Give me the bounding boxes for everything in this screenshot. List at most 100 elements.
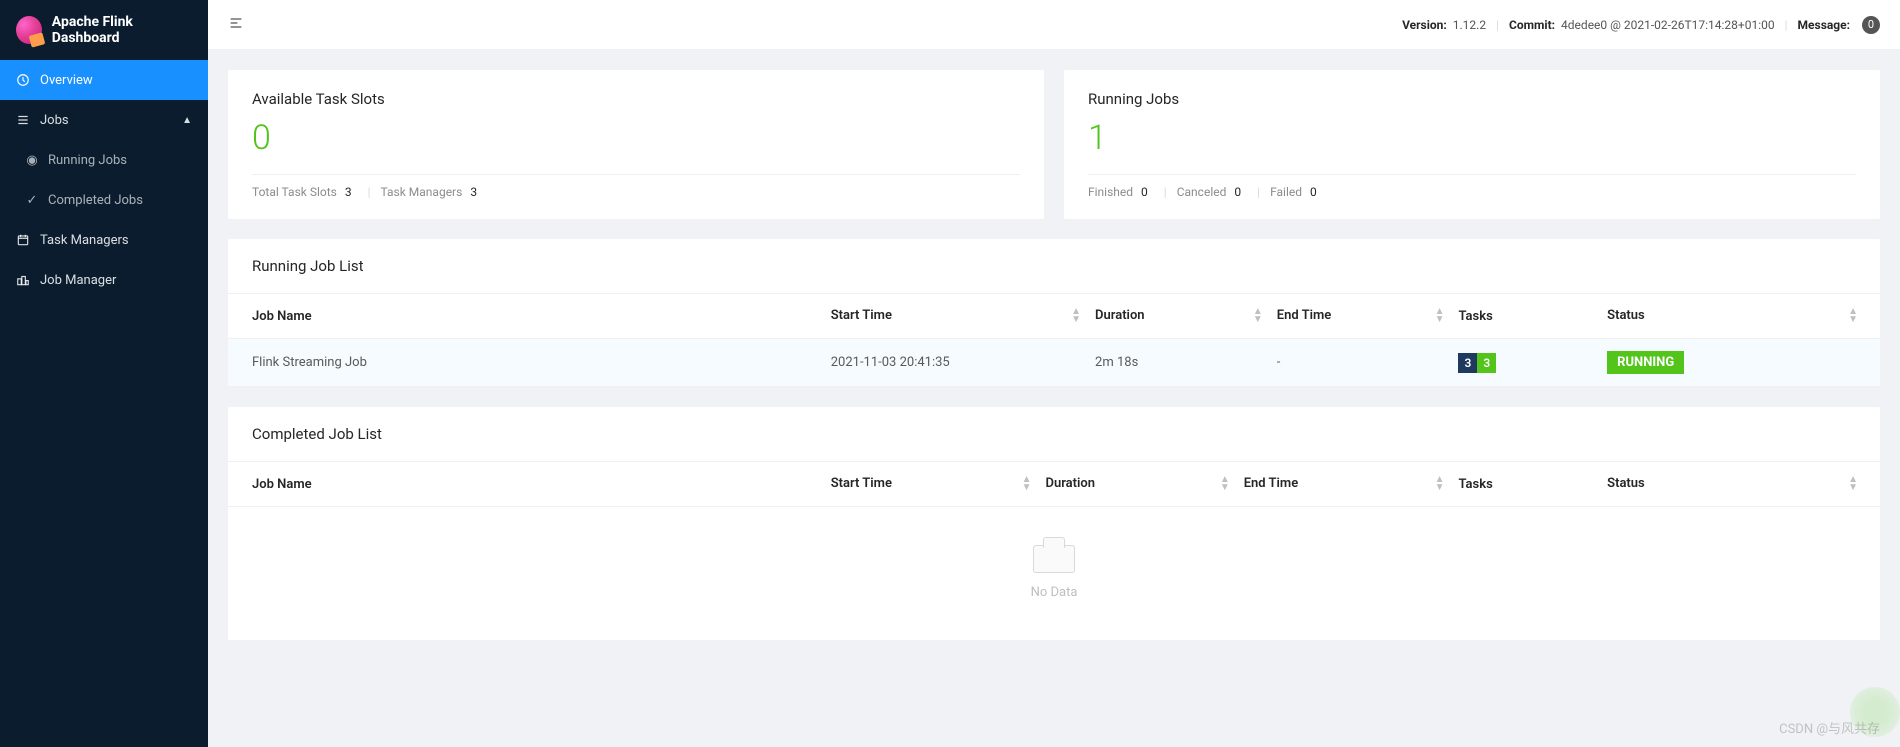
col-end-time[interactable]: End Time▲▼ <box>1236 462 1451 507</box>
canceled-label: Canceled <box>1177 185 1227 199</box>
nav-overview-label: Overview <box>40 73 93 88</box>
flink-logo-icon <box>16 16 42 44</box>
sidebar: Apache Flink Dashboard Overview Jobs ▲ ◉… <box>0 0 208 747</box>
topbar-info: Version: 1.12.2 | Commit: 4dedee0 @ 2021… <box>1402 16 1880 34</box>
sort-icon: ▲▼ <box>1253 308 1261 324</box>
nav-running-jobs-label: Running Jobs <box>48 153 127 168</box>
jobs-substats: Finished 0 | Canceled 0 | Failed 0 <box>1088 185 1856 199</box>
divider: | <box>1785 18 1788 32</box>
commit-label: Commit: <box>1509 18 1555 32</box>
version-value: 1.12.2 <box>1453 18 1486 32</box>
nav-completed-jobs[interactable]: ✓ Completed Jobs <box>0 180 208 220</box>
running-jobs-card: Running Jobs 1 Finished 0 | Canceled 0 |… <box>1064 70 1880 219</box>
divider: | <box>1257 185 1260 199</box>
cell-job-name: Flink Streaming Job <box>228 339 823 387</box>
chevron-up-icon: ▲ <box>182 115 192 126</box>
nav-overview[interactable]: Overview <box>0 60 208 100</box>
col-duration[interactable]: Duration▲▼ <box>1037 462 1235 507</box>
dashboard-icon <box>16 73 30 87</box>
task-managers-value: 3 <box>470 185 477 199</box>
table-row[interactable]: Flink Streaming Job 2021-11-03 20:41:35 … <box>228 339 1880 387</box>
task-managers-label: Task Managers <box>381 185 463 199</box>
bars-icon <box>16 113 30 127</box>
divider <box>1088 174 1856 175</box>
sort-icon: ▲▼ <box>1848 476 1856 492</box>
nav-task-managers-label: Task Managers <box>40 233 129 248</box>
col-status[interactable]: Status▲▼ <box>1599 462 1880 507</box>
summary-cards: Available Task Slots 0 Total Task Slots … <box>228 70 1880 219</box>
message-count-badge[interactable]: 0 <box>1862 16 1880 34</box>
task-badge-total: 3 <box>1458 353 1477 373</box>
nav-completed-jobs-label: Completed Jobs <box>48 193 143 208</box>
app-title: Apache Flink Dashboard <box>52 14 192 46</box>
cell-status: RUNNING <box>1599 339 1880 387</box>
col-status[interactable]: Status▲▼ <box>1599 294 1880 339</box>
table-header-row: Job Name Start Time▲▼ Duration▲▼ End Tim… <box>228 294 1880 339</box>
status-badge: RUNNING <box>1607 351 1684 374</box>
running-jobs-value: 1 <box>1088 118 1856 158</box>
schedule-icon <box>16 233 30 247</box>
version-label: Version: <box>1402 18 1447 32</box>
task-badges: 3 3 <box>1458 353 1496 373</box>
build-icon <box>16 273 30 287</box>
running-job-list-panel: Running Job List Job Name Start Time▲▼ D… <box>228 239 1880 387</box>
completed-job-list-panel: Completed Job List Job Name Start Time▲▼… <box>228 407 1880 640</box>
col-start-time[interactable]: Start Time▲▼ <box>823 462 1038 507</box>
nav-task-managers[interactable]: Task Managers <box>0 220 208 260</box>
empty-text: No Data <box>228 585 1880 600</box>
col-job-name[interactable]: Job Name <box>228 294 823 339</box>
nav-jobs-label: Jobs <box>40 113 69 128</box>
cell-tasks: 3 3 <box>1450 339 1599 387</box>
panel-title: Running Job List <box>228 239 1880 293</box>
divider: | <box>1164 185 1167 199</box>
card-title: Running Jobs <box>1088 90 1856 108</box>
failed-value: 0 <box>1310 185 1317 199</box>
available-slots-value: 0 <box>252 118 1020 158</box>
sort-icon: ▲▼ <box>1071 308 1079 324</box>
nav-jobs[interactable]: Jobs ▲ <box>0 100 208 140</box>
logo-row[interactable]: Apache Flink Dashboard <box>0 0 208 60</box>
slots-substats: Total Task Slots 3 | Task Managers 3 <box>252 185 1020 199</box>
sort-icon: ▲▼ <box>1435 308 1443 324</box>
col-end-time[interactable]: End Time▲▼ <box>1269 294 1451 339</box>
sort-icon: ▲▼ <box>1022 476 1030 492</box>
divider: | <box>368 185 371 199</box>
topbar: Version: 1.12.2 | Commit: 4dedee0 @ 2021… <box>208 0 1900 50</box>
col-tasks[interactable]: Tasks <box>1450 462 1599 507</box>
check-circle-icon: ✓ <box>26 193 38 208</box>
col-tasks[interactable]: Tasks <box>1450 294 1599 339</box>
main: Version: 1.12.2 | Commit: 4dedee0 @ 2021… <box>208 0 1900 747</box>
empty-state: No Data <box>228 507 1880 640</box>
content: Available Task Slots 0 Total Task Slots … <box>208 50 1900 747</box>
sort-icon: ▲▼ <box>1848 308 1856 324</box>
canceled-value: 0 <box>1234 185 1241 199</box>
nav-job-manager[interactable]: Job Manager <box>0 260 208 300</box>
failed-label: Failed <box>1270 185 1302 199</box>
sort-icon: ▲▼ <box>1435 476 1443 492</box>
play-circle-icon: ◉ <box>26 153 38 168</box>
running-jobs-table: Job Name Start Time▲▼ Duration▲▼ End Tim… <box>228 293 1880 387</box>
task-badge-running: 3 <box>1477 353 1496 373</box>
col-start-time[interactable]: Start Time▲▼ <box>823 294 1087 339</box>
sort-icon: ▲▼ <box>1220 476 1228 492</box>
card-title: Available Task Slots <box>252 90 1020 108</box>
cell-start-time: 2021-11-03 20:41:35 <box>823 339 1087 387</box>
finished-value: 0 <box>1141 185 1148 199</box>
message-label: Message: <box>1798 18 1850 32</box>
cell-duration: 2m 18s <box>1087 339 1269 387</box>
col-job-name[interactable]: Job Name <box>228 462 823 507</box>
completed-jobs-table: Job Name Start Time▲▼ Duration▲▼ End Tim… <box>228 461 1880 507</box>
menu-fold-icon[interactable] <box>228 15 244 35</box>
nav-job-manager-label: Job Manager <box>40 273 116 288</box>
divider <box>252 174 1020 175</box>
total-slots-value: 3 <box>345 185 352 199</box>
finished-label: Finished <box>1088 185 1133 199</box>
panel-title: Completed Job List <box>228 407 1880 461</box>
total-slots-label: Total Task Slots <box>252 185 337 199</box>
cell-end-time: - <box>1269 339 1451 387</box>
nav-running-jobs[interactable]: ◉ Running Jobs <box>0 140 208 180</box>
table-header-row: Job Name Start Time▲▼ Duration▲▼ End Tim… <box>228 462 1880 507</box>
commit-value: 4dedee0 @ 2021-02-26T17:14:28+01:00 <box>1561 18 1775 32</box>
col-duration[interactable]: Duration▲▼ <box>1087 294 1269 339</box>
available-slots-card: Available Task Slots 0 Total Task Slots … <box>228 70 1044 219</box>
